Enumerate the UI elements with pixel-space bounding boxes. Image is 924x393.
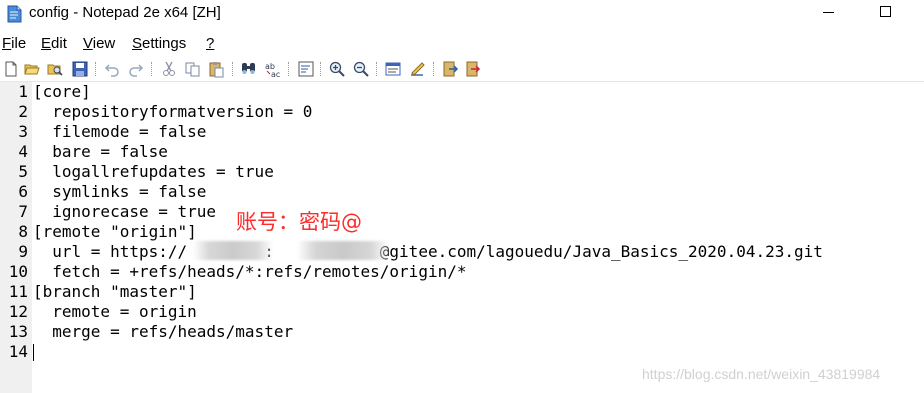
code-line: 7 ignorecase = true [0,202,924,222]
undo-icon[interactable] [103,60,121,78]
window-title: config - Notepad 2e x64 [ZH] [29,4,221,21]
new-file-icon[interactable] [2,60,20,78]
line-number: 1 [18,82,28,101]
svg-text:ac: ac [271,70,280,78]
code-line: 1 [core] [0,82,924,102]
find-icon[interactable] [240,60,258,78]
menu-help[interactable]: ? [206,35,214,52]
maximize-icon [880,6,891,17]
menu-edit[interactable]: Edit [41,35,67,52]
line-number: 12 [8,302,28,321]
code-line: 11 [branch "master"] [0,282,924,302]
code-line: 6 symlinks = false [0,182,924,202]
title-bar: config - Notepad 2e x64 [ZH] [0,0,924,30]
save-icon[interactable] [71,60,89,78]
cut-icon[interactable] [160,60,178,78]
menu-view[interactable]: View [83,35,115,52]
copy-icon[interactable] [184,60,202,78]
line-number: 14 [8,342,28,361]
line-text: repositoryformatversion = 0 [33,102,313,121]
editor-area[interactable]: 1 [core] 2 repositoryformatversion = 0 3 … [0,82,924,393]
toolbar-separator [376,62,377,76]
notepad-app-icon [7,5,22,23]
line-text: merge = refs/heads/master [33,322,294,341]
credential-annotation: 账号：密码@ [236,210,362,234]
line-text: [remote "origin"] [33,222,197,241]
replace-icon[interactable]: ab ac [264,60,282,78]
toolbar-separator [288,62,289,76]
code-line: 3 filemode = false [0,122,924,142]
line-text: url = https:// : @gitee.com/lagouedu/Jav… [33,242,823,261]
text-cursor [33,344,34,361]
toolbar-separator [95,62,96,76]
code-line: 2 repositoryformatversion = 0 [0,102,924,122]
exit-icon[interactable] [441,60,459,78]
line-text: ignorecase = true [33,202,217,221]
line-text: fetch = +refs/heads/*:refs/remotes/origi… [33,262,467,281]
word-wrap-icon[interactable] [297,60,315,78]
open-file-icon[interactable] [23,60,41,78]
line-number: 7 [18,202,28,221]
line-text: symlinks = false [33,182,207,201]
toolbar-separator [320,62,321,76]
menu-file-label: ile [11,35,27,52]
zoom-in-icon[interactable] [328,60,346,78]
line-number: 5 [18,162,28,181]
redacted-password [297,241,389,260]
menu-edit-label: dit [51,35,67,52]
code-line: 14 [0,342,924,362]
line-number: 2 [18,102,28,121]
browse-icon[interactable] [46,60,64,78]
redo-icon[interactable] [127,60,145,78]
menu-view-accel: V [83,35,93,52]
toolbar: ab ac [0,58,924,82]
menu-file[interactable]: File [2,35,26,52]
paste-icon[interactable] [207,60,225,78]
line-text: logallrefupdates = true [33,162,274,181]
menu-settings-label: ettings [142,35,187,52]
line-text: remote = origin [33,302,197,321]
menu-view-label: iew [92,35,116,52]
menu-settings[interactable]: Settings [132,35,186,52]
line-number: 8 [18,222,28,241]
line-number: 3 [18,122,28,141]
toolbar-separator [151,62,152,76]
menu-settings-accel: S [132,35,143,52]
customize-scheme-icon[interactable] [408,60,426,78]
code-line: 12 remote = origin [0,302,924,322]
watermark-text: https://blog.csdn.net/weixin_43819984 [642,366,881,382]
line-text: filemode = false [33,122,207,141]
code-line: 5 logallrefupdates = true [0,162,924,182]
minimize-button[interactable] [806,0,852,30]
line-number: 6 [18,182,28,201]
save-as-icon[interactable] [464,60,482,78]
code-line: 9 url = https:// : @gitee.com/lagouedu/J… [0,242,924,262]
line-number: 10 [8,262,28,281]
menu-help-accel: ? [206,35,215,52]
zoom-out-icon[interactable] [352,60,370,78]
code-line: 13 merge = refs/heads/master [0,322,924,342]
toolbar-separator [232,62,233,76]
toolbar-separator [433,62,434,76]
line-number: 13 [8,322,28,341]
line-text: [branch "master"] [33,282,197,301]
code-line: 10 fetch = +refs/heads/*:refs/remotes/or… [0,262,924,282]
menu-edit-accel: E [41,35,52,52]
scheme-icon[interactable] [384,60,402,78]
maximize-button[interactable] [862,0,908,30]
line-text: bare = false [33,142,168,161]
minimize-icon [823,12,834,13]
code-line: 8 [remote "origin"] [0,222,924,242]
redacted-username [193,241,273,260]
menu-file-accel: F [2,35,12,52]
menu-bar: File Edit View Settings ? [0,33,924,55]
line-number: 9 [18,242,28,261]
line-number: 11 [8,282,28,301]
line-number: 4 [18,142,28,161]
line-text: [core] [33,82,91,101]
code-line: 4 bare = false [0,142,924,162]
